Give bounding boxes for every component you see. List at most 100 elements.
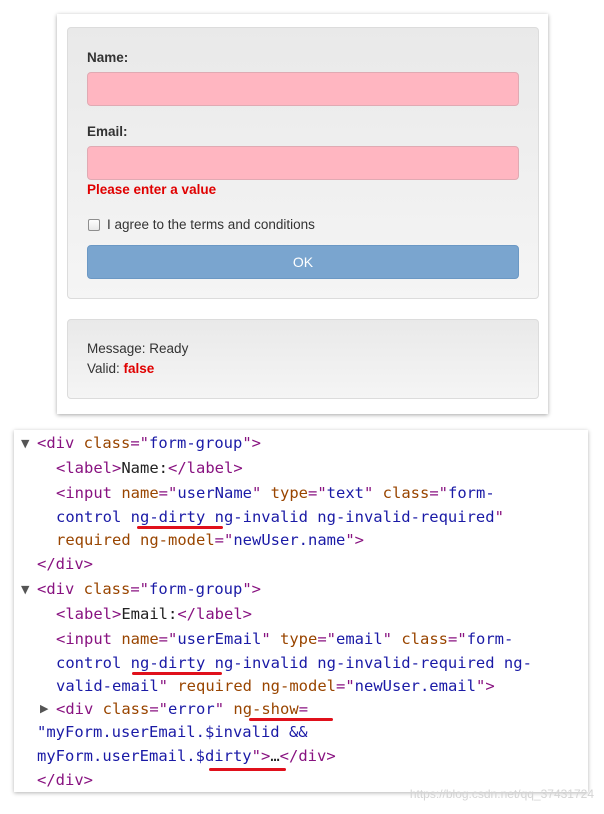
code-line[interactable]: control ng-dirty ng-invalid ng-invalid-r… (56, 507, 504, 527)
code-token: " (382, 630, 402, 648)
code-line[interactable]: control ng-dirty ng-invalid ng-invalid-r… (56, 653, 532, 673)
code-token: class (102, 700, 150, 718)
code-token: =" (158, 630, 178, 648)
code-token: =" (158, 484, 178, 502)
code-token: ng-show (233, 700, 299, 718)
code-line[interactable]: "myForm.userEmail.$invalid && (37, 722, 308, 742)
code-token: </div> (37, 555, 93, 573)
code-token: =" (149, 700, 169, 718)
code-line[interactable]: <label>Name:</label> (56, 458, 243, 478)
code-line[interactable]: <input name="userName" type="text" class… (56, 483, 495, 503)
email-input[interactable] (87, 146, 519, 180)
watermark: https://blog.csdn.net/qq_37431724 (409, 787, 594, 801)
highlight-underline (249, 718, 333, 721)
status-message: Message: Ready (87, 341, 188, 356)
code-token: newUser.email (354, 677, 476, 695)
code-token: ng-model (261, 677, 336, 695)
name-input[interactable] (87, 72, 519, 106)
code-token: </div> (279, 747, 336, 765)
code-token: "> (345, 531, 364, 549)
email-error-message: Please enter a value (87, 182, 217, 197)
terms-checkbox-label[interactable]: I agree to the terms and conditions (107, 217, 315, 232)
code-token: email (336, 630, 383, 648)
code-token: "> (242, 580, 262, 598)
message-label: Message: (87, 341, 146, 356)
status-valid: Valid: false (87, 361, 154, 376)
code-token: valid-email (56, 677, 159, 695)
code-token: = (298, 700, 309, 718)
code-token: <label> (56, 459, 122, 477)
code-line[interactable]: valid-email" required ng-model="newUser.… (56, 676, 495, 696)
code-token: <label> (56, 605, 122, 623)
expand-triangle-down-icon[interactable]: ▼ (21, 437, 29, 450)
code-token: ng-model (140, 531, 215, 549)
code-token: <div (56, 700, 103, 718)
code-token: " (261, 630, 280, 648)
code-token: " (251, 484, 271, 502)
code-token: </div> (37, 771, 93, 789)
code-token: "> (251, 747, 271, 765)
code-token: name (121, 630, 159, 648)
code-line[interactable]: <div class="form-group"> (37, 433, 261, 453)
valid-value: false (123, 361, 155, 376)
highlight-underline (137, 526, 223, 529)
code-line[interactable]: <label>Email:</label> (56, 604, 252, 624)
code-token: name (121, 484, 159, 502)
code-token: <div (37, 580, 84, 598)
code-token: " (214, 700, 234, 718)
code-line[interactable]: </div> (37, 770, 93, 790)
valid-label: Valid: (87, 361, 120, 376)
code-token: =" (130, 434, 150, 452)
code-token: " (363, 484, 383, 502)
code-token: =" (448, 630, 467, 648)
code-token: =" (429, 484, 448, 502)
code-token: control ng-dirty ng-invalid ng-invalid-r… (56, 508, 495, 526)
code-token: required (56, 531, 140, 549)
code-token: " (494, 508, 504, 526)
code-token: myForm.userEmail.$dirty (37, 747, 252, 765)
highlight-underline (132, 672, 222, 675)
code-token: Email: (121, 605, 178, 623)
code-token: class (401, 630, 449, 648)
code-token: newUser.name (233, 531, 346, 549)
expand-triangle-down-icon[interactable]: ▼ (21, 583, 29, 596)
highlight-underline (209, 768, 286, 771)
code-token: class (83, 434, 131, 452)
code-token: type (280, 630, 318, 648)
code-token: form- (466, 630, 514, 648)
code-token: " (158, 677, 178, 695)
code-token: userName (177, 484, 252, 502)
code-token: "> (475, 677, 495, 695)
code-token: text (326, 484, 364, 502)
collapse-triangle-right-icon[interactable]: ▶ (40, 702, 48, 715)
code-line[interactable]: required ng-model="newUser.name"> (56, 530, 364, 550)
code-token: <input (56, 630, 122, 648)
code-token: class (382, 484, 430, 502)
code-token: =" (130, 580, 150, 598)
code-token: <input (56, 484, 122, 502)
code-token: =" (307, 484, 327, 502)
code-line[interactable]: <div class="error" ng-show= (56, 699, 308, 719)
name-label: Name: (87, 50, 129, 65)
email-label: Email: (87, 124, 128, 139)
code-token: <div (37, 434, 84, 452)
message-value: Ready (149, 341, 189, 356)
code-line[interactable]: <div class="form-group"> (37, 579, 261, 599)
code-token: control ng-dirty ng-invalid ng-invalid-r… (56, 654, 532, 672)
code-token: =" (335, 677, 355, 695)
code-line[interactable]: </div> (37, 554, 93, 574)
code-line[interactable]: myForm.userEmail.$dirty">…</div> (37, 746, 336, 766)
code-token: </label> (177, 605, 252, 623)
code-token: form-group (149, 434, 243, 452)
code-token: Name: (121, 459, 168, 477)
code-token: form- (448, 484, 495, 502)
code-token: … (270, 747, 280, 765)
code-token: error (168, 700, 215, 718)
code-line[interactable]: <input name="userEmail" type="email" cla… (56, 629, 513, 649)
terms-checkbox[interactable] (88, 219, 100, 231)
code-token: "> (242, 434, 262, 452)
code-token: type (270, 484, 308, 502)
ok-button[interactable]: OK (87, 245, 519, 279)
code-token: =" (317, 630, 336, 648)
code-token: "myForm.userEmail.$invalid && (37, 723, 308, 741)
